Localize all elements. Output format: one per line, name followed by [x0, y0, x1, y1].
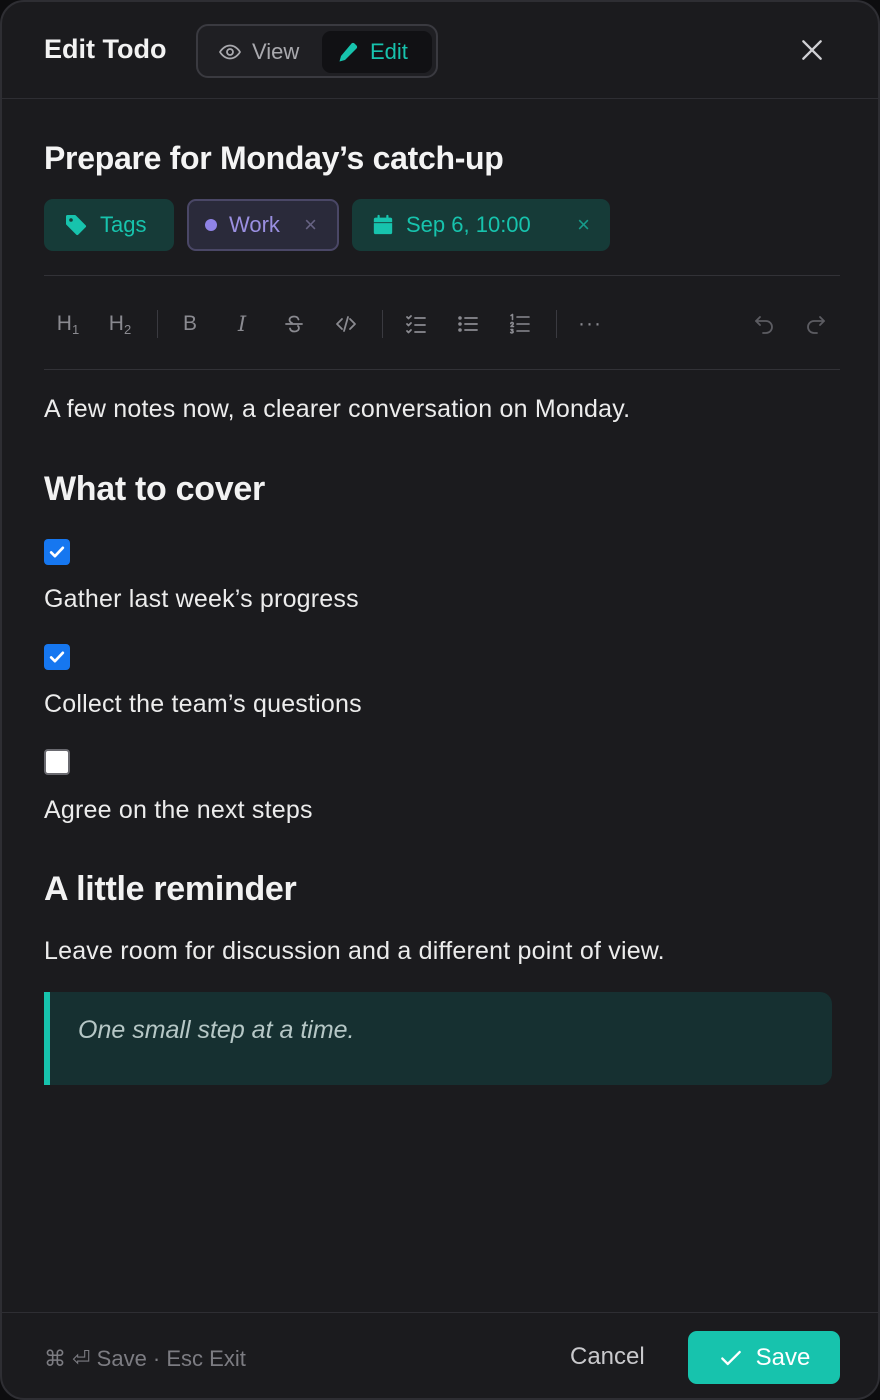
check-icon: [720, 1350, 741, 1365]
blockquote-text: One small step at a time.: [78, 1016, 355, 1044]
task-list-button[interactable]: [398, 306, 434, 342]
due-date-chip[interactable]: Sep 6, 10:00 ×: [352, 199, 610, 251]
heading2-button[interactable]: H2: [102, 306, 138, 342]
dialog-title: Edit Todo: [44, 34, 167, 64]
editor-toolbar: H1 H2 B I ···: [44, 300, 840, 348]
heading-a-little-reminder[interactable]: A little reminder: [44, 870, 297, 909]
toolbar-top-divider: [44, 275, 840, 276]
chip-row: Tags Work × Sep 6, 10:00 ×: [44, 199, 610, 251]
bullet-list-button[interactable]: [450, 306, 486, 342]
toolbar-separator: [382, 310, 383, 338]
toolbar-separator: [157, 310, 158, 338]
task-checkbox-1[interactable]: [44, 539, 70, 565]
italic-icon: I: [237, 312, 247, 336]
edit-mode-label: Edit: [370, 39, 408, 64]
due-date-label: Sep 6, 10:00: [406, 212, 531, 237]
checkmark-icon: [49, 546, 65, 558]
remove-work-tag-icon[interactable]: ×: [304, 214, 317, 236]
save-label: Save: [755, 1343, 811, 1371]
undo-icon: [755, 316, 773, 334]
view-mode-label: View: [252, 39, 300, 64]
dialog-footer: ⌘ ⏎ Save · Esc Exit Cancel Save: [2, 1312, 878, 1398]
code-icon: [336, 316, 356, 332]
heading2-icon: H2: [108, 311, 132, 337]
numbered-list-icon: [509, 313, 530, 334]
bold-button[interactable]: B: [172, 306, 208, 342]
heading-what-to-cover[interactable]: What to cover: [44, 470, 265, 509]
tags-button[interactable]: Tags: [44, 199, 174, 251]
eye-icon: [219, 44, 241, 60]
redo-icon: [807, 316, 825, 334]
strikethrough-button[interactable]: [276, 306, 312, 342]
strikethrough-icon: [285, 315, 303, 333]
save-button[interactable]: Save: [688, 1331, 840, 1384]
code-button[interactable]: [328, 306, 364, 342]
heading1-button[interactable]: H1: [50, 306, 86, 342]
bold-icon: B: [182, 312, 197, 335]
pencil-icon: [339, 42, 358, 62]
toolbar-separator: [556, 310, 557, 338]
work-tag-dot: [205, 219, 217, 231]
heading1-icon: H1: [56, 311, 80, 337]
tag-icon: [66, 215, 87, 236]
task-label-2[interactable]: Collect the team’s questions: [44, 690, 362, 719]
edit-mode-button[interactable]: Edit: [322, 31, 432, 73]
bullet-list-icon: [458, 316, 478, 332]
more-options-button[interactable]: ···: [572, 306, 608, 342]
remove-due-date-icon[interactable]: ×: [577, 214, 590, 236]
reminder-paragraph[interactable]: Leave room for discussion and a differen…: [44, 937, 665, 966]
view-mode-button[interactable]: View: [204, 31, 322, 73]
checklist-icon: [406, 315, 426, 334]
task-checkbox-3[interactable]: [44, 749, 70, 775]
cancel-button[interactable]: Cancel: [570, 1343, 645, 1371]
task-label-1[interactable]: Gather last week’s progress: [44, 585, 359, 614]
blockquote[interactable]: One small step at a time.: [44, 992, 832, 1085]
undo-button[interactable]: [746, 306, 782, 342]
tags-label: Tags: [100, 212, 147, 237]
keyboard-shortcut-hint: ⌘ ⏎ Save · Esc Exit: [44, 1346, 246, 1371]
more-icon: ···: [578, 312, 602, 335]
task-label-3[interactable]: Agree on the next steps: [44, 796, 313, 825]
toolbar-bottom-divider: [44, 369, 840, 370]
work-tag-label: Work: [229, 212, 280, 237]
checkmark-icon: [49, 651, 65, 663]
close-button[interactable]: [792, 30, 832, 70]
edit-todo-dialog: Edit Todo View Edit Prepare for Monday’s…: [0, 0, 880, 1400]
calendar-icon: [373, 214, 393, 235]
mode-toggle: View Edit: [196, 24, 438, 78]
italic-button[interactable]: I: [224, 306, 260, 342]
work-tag-chip[interactable]: Work ×: [187, 199, 339, 251]
todo-title[interactable]: Prepare for Monday’s catch-up: [44, 140, 504, 177]
dialog-header: Edit Todo View Edit: [2, 2, 878, 99]
numbered-list-button[interactable]: [502, 306, 538, 342]
intro-paragraph[interactable]: A few notes now, a clearer conversation …: [44, 395, 630, 424]
task-checkbox-2[interactable]: [44, 644, 70, 670]
close-icon: [802, 40, 822, 60]
redo-button[interactable]: [798, 306, 834, 342]
